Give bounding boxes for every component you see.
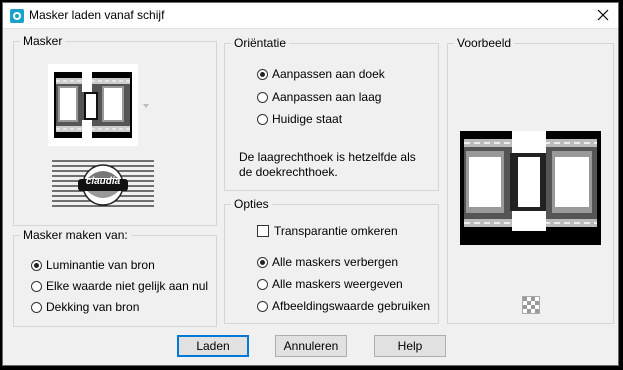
description-line-1: De laagrechthoek is hetzelfde als [239,150,416,164]
description-line-2: de doekrechthoek. [239,165,338,179]
voorbeeld-group: Voorbeeld [447,36,614,324]
app-icon [10,9,24,23]
radio-aanpassen-laag[interactable]: Aanpassen aan laag [257,90,381,104]
masker-van-group-label: Masker maken van: [20,228,131,242]
dropdown-arrow-icon[interactable] [143,104,149,108]
window-title: Masker laden vanaf schijf [29,8,165,22]
radio-button[interactable] [31,259,42,271]
radio-dekking[interactable]: Dekking van bron [31,300,139,314]
radio-luminantie[interactable]: Luminantie van bron [31,258,155,272]
orientatie-group-label: Oriëntatie [231,36,290,50]
radio-elke-waarde[interactable]: Elke waarde niet gelijk aan nul [31,279,208,293]
radio-button[interactable] [257,68,268,80]
load-button[interactable]: Laden [177,335,249,357]
mask-thumbnail[interactable] [48,64,138,146]
radio-label: Alle maskers verbergen [272,255,399,269]
radio-huidige-staat[interactable]: Huidige staat [257,112,342,126]
radio-label: Afbeeldingswaarde gebruiken [272,299,431,313]
logo-text: claudia [85,176,121,187]
radio-maskers-verbergen[interactable]: Alle maskers verbergen [257,255,398,269]
radio-label: Aanpassen aan doek [272,67,385,81]
radio-button[interactable] [257,278,268,290]
help-button[interactable]: Help [374,335,446,357]
masker-group: Masker claudia [13,34,217,226]
radio-label: Huidige staat [272,112,343,126]
radio-label: Elke waarde niet gelijk aan nul [46,279,209,293]
checkbox-transparantie[interactable]: Transparantie omkeren [257,224,398,238]
orientatie-group: Oriëntatie Aanpassen aan doek Aanpassen … [224,36,439,191]
radio-button[interactable] [257,300,268,312]
close-icon [597,9,609,21]
radio-button[interactable] [257,256,268,268]
radio-aanpassen-doek[interactable]: Aanpassen aan doek [257,67,385,81]
radio-label: Luminantie van bron [46,258,155,272]
radio-maskers-weergeven[interactable]: Alle maskers weergeven [257,277,403,291]
radio-button[interactable] [31,280,42,292]
checkbox-label: Transparantie omkeren [274,224,398,238]
transparency-toggle-icon[interactable] [522,296,540,314]
orientatie-description: De laagrechthoek is hetzelfde als de doe… [239,150,416,180]
masker-van-group: Masker maken van: Luminantie van bron El… [13,228,217,327]
checkbox[interactable] [257,225,269,237]
dialog-window: Masker laden vanaf schijf Masker claudia… [2,2,619,366]
close-button[interactable] [592,5,614,25]
radio-label: Dekking van bron [46,300,140,314]
radio-button[interactable] [257,91,268,103]
logo-image: claudia [50,158,156,210]
cancel-button[interactable]: Annuleren [275,335,347,357]
preview-image [460,131,601,245]
radio-label: Aanpassen aan laag [272,90,382,104]
radio-label: Alle maskers weergeven [272,277,403,291]
radio-button[interactable] [31,301,42,313]
opties-group: Opties Transparantie omkeren Alle masker… [224,197,439,324]
title-bar: Masker laden vanaf schijf [3,3,618,29]
mask-thumbnail-image [48,64,138,146]
voorbeeld-group-label: Voorbeeld [454,36,515,50]
radio-button[interactable] [257,113,268,125]
opties-group-label: Opties [231,197,272,211]
masker-group-label: Masker [20,34,66,48]
radio-afbeeldingswaarde[interactable]: Afbeeldingswaarde gebruiken [257,299,430,313]
